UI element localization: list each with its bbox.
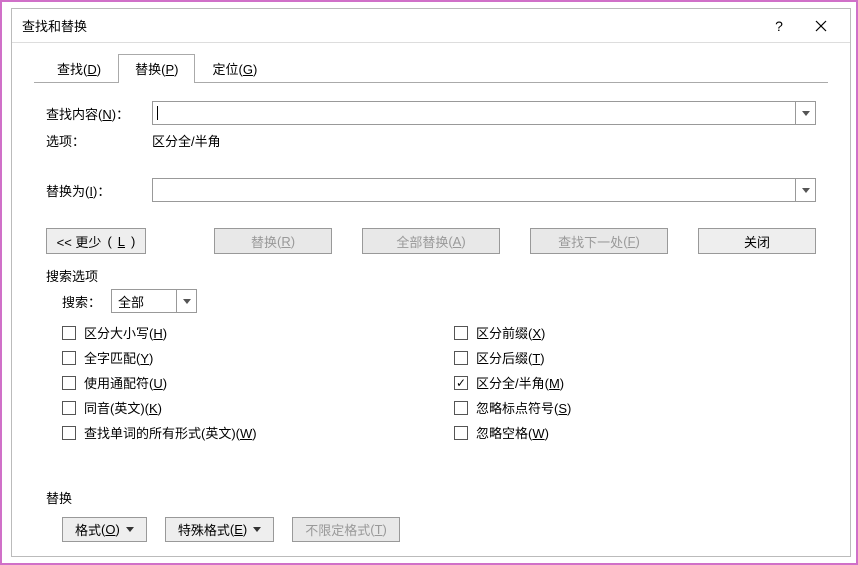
checkbox-icon — [62, 376, 76, 390]
tab-replace-label: 替换 — [135, 62, 161, 77]
close-window-button[interactable] — [800, 11, 842, 41]
text-cursor — [157, 106, 158, 120]
find-what-dropdown[interactable] — [795, 102, 815, 124]
help-button[interactable]: ? — [758, 11, 800, 41]
checkbox-right-0[interactable]: 区分前缀(X) — [454, 323, 816, 342]
search-direction-dropdown[interactable] — [176, 290, 196, 312]
tab-replace[interactable]: 替换(P) — [118, 54, 195, 83]
replace-with-row: 替换为(I)： — [46, 178, 816, 202]
checkbox-icon — [454, 426, 468, 440]
checks-right-col: 区分前缀(X) 区分后缀(T) 区分全/半角(M) 忽略标点符号(S) 忽略空格(W) — [454, 323, 816, 448]
checkbox-icon — [62, 351, 76, 365]
replace-group-label: 替换 — [46, 488, 816, 511]
tab-goto-label: 定位 — [212, 62, 238, 77]
replace-all-button[interactable]: 全部替换(A) — [362, 228, 500, 254]
checkbox-label: 全字匹配(Y) — [84, 348, 153, 367]
checkbox-right-4[interactable]: 忽略空格(W) — [454, 423, 816, 442]
checkbox-left-1[interactable]: 全字匹配(Y) — [62, 348, 424, 367]
format-button[interactable]: 格式(O) — [62, 517, 147, 542]
close-button[interactable]: 关闭 — [698, 228, 816, 254]
dialog-body: 查找(D) 替换(P) 定位(G) 查找内容(N)： 选项： — [12, 43, 850, 552]
tab-find[interactable]: 查找(D) — [40, 54, 118, 83]
special-button[interactable]: 特殊格式(E) — [165, 517, 274, 542]
close-icon — [815, 20, 827, 32]
replace-format-btn-row: 格式(O) 特殊格式(E) 不限定格式(T) — [46, 517, 816, 542]
checkbox-label: 区分后缀(T) — [476, 348, 545, 367]
content-area: 查找内容(N)： 选项： 区分全/半角 替换为(I)： — [12, 83, 850, 552]
outer-frame: 查找和替换 ? 查找(D) 替换(P) 定位(G) 查找内容(N)： — [0, 0, 858, 565]
checkbox-icon — [454, 401, 468, 415]
search-direction-label: 搜索： — [62, 292, 101, 311]
chevron-down-icon — [126, 527, 134, 532]
find-what-row: 查找内容(N)： — [46, 101, 816, 125]
find-what-label: 查找内容(N)： — [46, 104, 152, 123]
checkbox-icon — [62, 426, 76, 440]
search-direction-value: 全部 — [118, 292, 144, 311]
replace-format-group: 替换 格式(O) 特殊格式(E) 不限定格式(T) — [46, 488, 816, 542]
checks-left-col: 区分大小写(H) 全字匹配(Y) 使用通配符(U) 同音(英文)(K) 查找单词的所有形… — [62, 323, 424, 448]
find-replace-dialog: 查找和替换 ? 查找(D) 替换(P) 定位(G) 查找内容(N)： — [11, 8, 851, 557]
search-options-label: 搜索选项 — [46, 266, 816, 289]
checkbox-right-3[interactable]: 忽略标点符号(S) — [454, 398, 816, 417]
tab-find-label: 查找 — [57, 62, 83, 77]
checkbox-icon — [454, 376, 468, 390]
titlebar: 查找和替换 ? — [12, 9, 850, 43]
checkbox-icon — [62, 326, 76, 340]
search-options-group: 搜索： 全部 区分大小写(H) 全字匹配(Y) 使用通配符(U) 同音(英文)(K) 查… — [46, 289, 816, 448]
replace-with-label: 替换为(I)： — [46, 181, 152, 200]
checkbox-label: 同音(英文)(K) — [84, 398, 162, 417]
checkbox-label: 区分大小写(H) — [84, 323, 167, 342]
replace-with-dropdown[interactable] — [795, 179, 815, 201]
find-what-input[interactable] — [152, 101, 816, 125]
options-row: 选项： 区分全/半角 — [46, 131, 816, 150]
checkbox-label: 查找单词的所有形式(英文)(W) — [84, 423, 257, 442]
search-direction-select[interactable]: 全部 — [111, 289, 197, 313]
checkbox-left-0[interactable]: 区分大小写(H) — [62, 323, 424, 342]
checkbox-icon — [454, 326, 468, 340]
checkbox-label: 忽略空格(W) — [476, 423, 549, 442]
checkbox-left-3[interactable]: 同音(英文)(K) — [62, 398, 424, 417]
replace-with-input[interactable] — [152, 178, 816, 202]
tab-goto[interactable]: 定位(G) — [195, 54, 274, 83]
less-button[interactable]: << 更少(L) — [46, 228, 146, 254]
checkbox-left-2[interactable]: 使用通配符(U) — [62, 373, 424, 392]
replace-button[interactable]: 替换(R) — [214, 228, 332, 254]
main-button-row: << 更少(L) 替换(R) 全部替换(A) 查找下一处(F) 关闭 — [46, 208, 816, 266]
checkbox-icon — [454, 351, 468, 365]
options-value: 区分全/半角 — [152, 131, 221, 150]
search-direction-row: 搜索： 全部 — [62, 289, 816, 313]
chevron-down-icon — [253, 527, 261, 532]
checkbox-label: 区分全/半角(M) — [476, 373, 564, 392]
find-next-button[interactable]: 查找下一处(F) — [530, 228, 668, 254]
checkbox-right-1[interactable]: 区分后缀(T) — [454, 348, 816, 367]
checks-grid: 区分大小写(H) 全字匹配(Y) 使用通配符(U) 同音(英文)(K) 查找单词的所有形… — [62, 323, 816, 448]
chevron-down-icon — [802, 188, 810, 193]
checkbox-icon — [62, 401, 76, 415]
no-format-button[interactable]: 不限定格式(T) — [292, 517, 400, 542]
tabs: 查找(D) 替换(P) 定位(G) — [12, 55, 850, 83]
checkbox-label: 区分前缀(X) — [476, 323, 545, 342]
chevron-down-icon — [183, 299, 191, 304]
checkbox-right-2[interactable]: 区分全/半角(M) — [454, 373, 816, 392]
chevron-down-icon — [802, 111, 810, 116]
checkbox-left-4[interactable]: 查找单词的所有形式(英文)(W) — [62, 423, 424, 442]
options-label: 选项： — [46, 131, 152, 150]
checkbox-label: 忽略标点符号(S) — [476, 398, 571, 417]
dialog-title: 查找和替换 — [22, 16, 87, 35]
checkbox-label: 使用通配符(U) — [84, 373, 167, 392]
